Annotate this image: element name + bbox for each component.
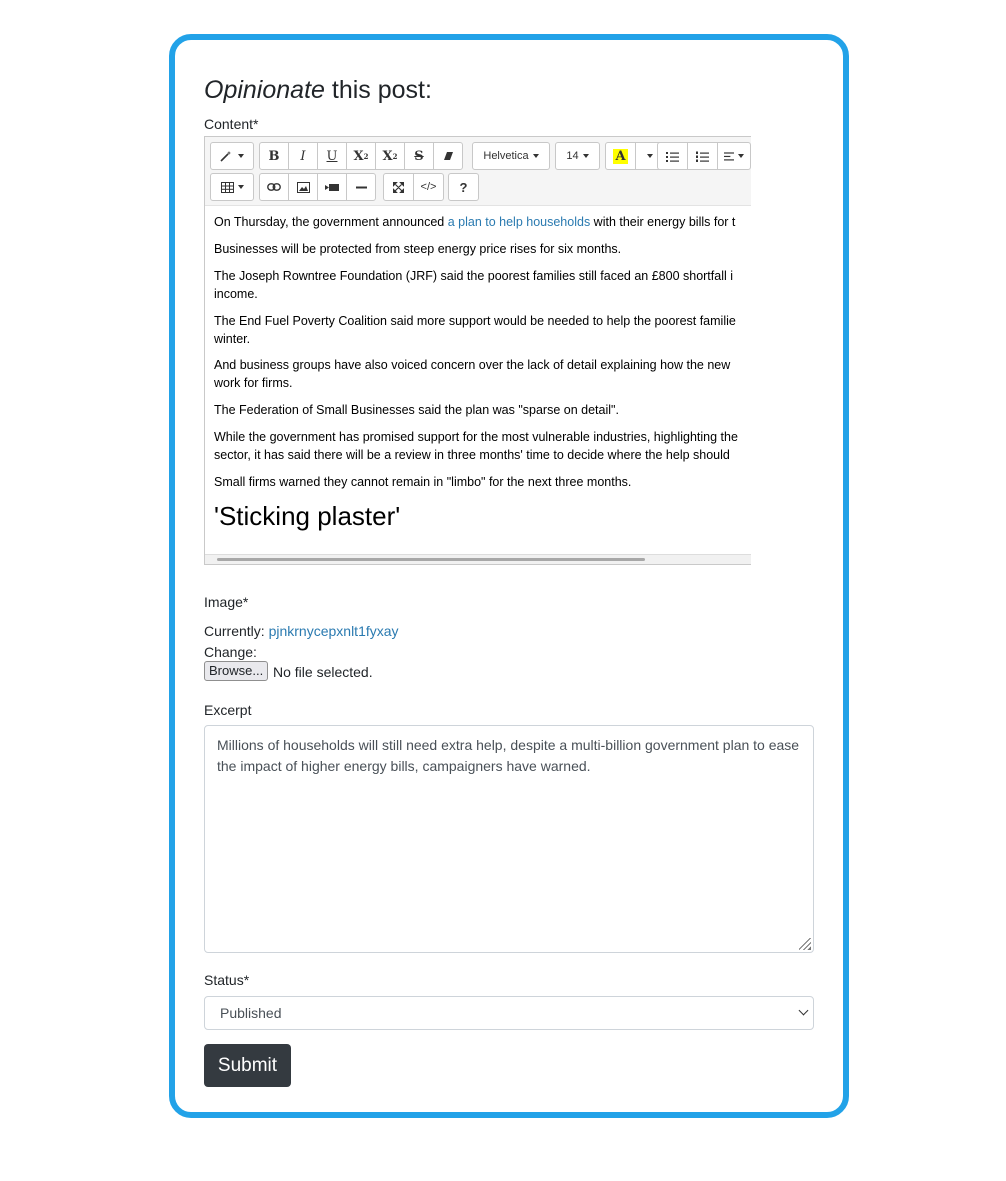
- editor-link[interactable]: a plan to help households: [448, 215, 590, 229]
- table-icon[interactable]: [210, 173, 254, 201]
- currently-label: Currently:: [204, 623, 269, 639]
- editor-heading: 'Sticking plaster': [214, 501, 401, 531]
- browse-button[interactable]: Browse...: [204, 661, 269, 681]
- editor-paragraph: Businesses will be protected from steep …: [214, 242, 622, 256]
- picture-icon[interactable]: [288, 173, 318, 201]
- italic-button[interactable]: I: [288, 142, 318, 170]
- status-selected-value: Published: [220, 1005, 282, 1021]
- fullscreen-icon[interactable]: [383, 173, 414, 201]
- status-select[interactable]: Published: [204, 996, 814, 1030]
- paragraph-align-icon[interactable]: [717, 142, 751, 170]
- font-family-value: Helvetica: [483, 150, 529, 162]
- editor-paragraph: The End Fuel Poverty Coalition said more…: [214, 314, 736, 328]
- editor-paragraph: The Joseph Rowntree Foundation (JRF) sai…: [214, 269, 734, 283]
- link-icon[interactable]: [259, 173, 289, 201]
- editor-text: On Thursday, the government announced: [214, 215, 448, 229]
- title-rest: this post:: [324, 76, 432, 104]
- editor-paragraph-line: winter.: [214, 332, 251, 346]
- image-label: Image*: [204, 594, 249, 610]
- post-form-card: Opinionate this post: Content* B I U X2 …: [169, 34, 849, 1118]
- content-label: Content*: [204, 116, 259, 132]
- editor-paragraph: The Federation of Small Businesses said …: [214, 403, 619, 417]
- editor-text: with their energy bills for t: [590, 215, 736, 229]
- bold-button[interactable]: B: [259, 142, 289, 170]
- editor-toolbar: B I U X2 X2 S Helvetica 14 A </> ?: [205, 137, 751, 206]
- excerpt-textarea[interactable]: Millions of households will still need e…: [204, 725, 814, 953]
- strikethrough-button[interactable]: S: [404, 142, 434, 170]
- editor-paragraph: While the government has promised suppor…: [214, 430, 738, 444]
- title-emphasis: Opinionate: [204, 76, 325, 104]
- file-status: No file selected.: [273, 664, 373, 680]
- subscript-button[interactable]: X2: [375, 142, 405, 170]
- editor-paragraph-line: income.: [214, 287, 258, 301]
- editor-horizontal-scrollbar[interactable]: [205, 554, 751, 564]
- rich-text-editor[interactable]: B I U X2 X2 S Helvetica 14 A </> ? On Th…: [204, 136, 751, 565]
- change-label: Change:: [204, 644, 257, 660]
- eraser-icon[interactable]: [433, 142, 463, 170]
- excerpt-label: Excerpt: [204, 702, 252, 718]
- excerpt-text: Millions of households will still need e…: [217, 737, 800, 774]
- editor-paragraph: And business groups have also voiced con…: [214, 358, 731, 372]
- code-view-icon[interactable]: </>: [413, 173, 444, 201]
- font-family-dropdown[interactable]: Helvetica: [472, 142, 550, 170]
- scrollbar-thumb[interactable]: [217, 558, 645, 561]
- editor-paragraph: Small firms warned they cannot remain in…: [214, 475, 632, 489]
- help-button[interactable]: ?: [448, 173, 479, 201]
- magic-wand-icon[interactable]: [210, 142, 254, 170]
- font-size-dropdown[interactable]: 14: [555, 142, 600, 170]
- chevron-down-icon: [798, 1005, 809, 1016]
- horizontal-rule-icon[interactable]: [346, 173, 376, 201]
- editor-paragraph-line: sector, it has said there will be a revi…: [214, 448, 730, 462]
- video-icon[interactable]: [317, 173, 347, 201]
- resize-handle-icon[interactable]: [799, 938, 811, 950]
- submit-button[interactable]: Submit: [204, 1044, 291, 1087]
- text-color-button[interactable]: A: [605, 142, 636, 170]
- underline-button[interactable]: U: [317, 142, 347, 170]
- unordered-list-icon[interactable]: [657, 142, 688, 170]
- editor-paragraph-line: work for firms.: [214, 376, 293, 390]
- superscript-button[interactable]: X2: [346, 142, 376, 170]
- status-label: Status*: [204, 972, 250, 988]
- font-size-value: 14: [566, 150, 579, 162]
- current-image-link[interactable]: pjnkrnycepxnlt1fyxay: [269, 623, 399, 639]
- current-image: Currently: pjnkrnycepxnlt1fyxay: [204, 622, 399, 640]
- ordered-list-icon[interactable]: [687, 142, 718, 170]
- editor-paragraph: On Thursday, the government announced a …: [214, 213, 735, 231]
- page-title: Opinionate this post:: [204, 74, 432, 106]
